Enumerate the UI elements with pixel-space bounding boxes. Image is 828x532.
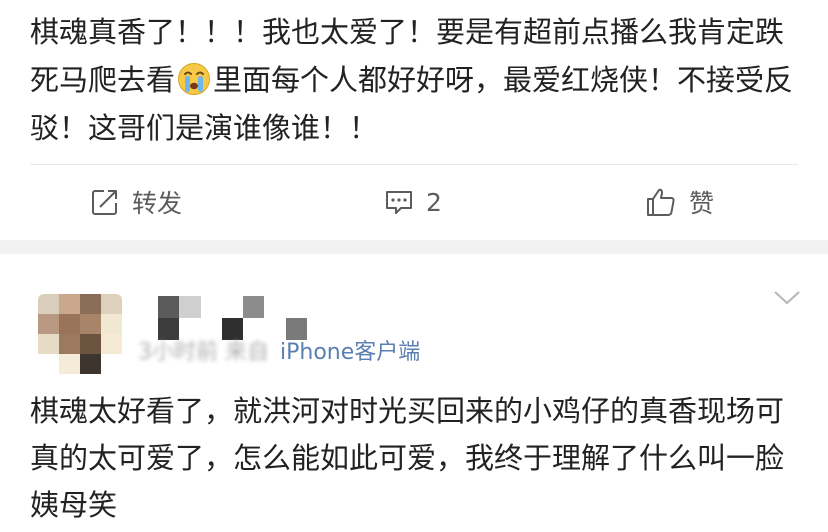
post-text: 棋魂真香了！！！我也太爱了！要是有超前点播么我肯定跌死马爬去看 里面每个人都好好… bbox=[30, 8, 810, 152]
post-card: 3小时前 来自 iPhone客户端 棋魂太好看了，就洪河对时光买回来的小鸡仔的真… bbox=[0, 254, 828, 532]
comment-count: 2 bbox=[426, 187, 442, 217]
comment-icon bbox=[386, 191, 412, 214]
repost-icon bbox=[92, 190, 117, 215]
comment-button[interactable]: 2 bbox=[384, 180, 442, 224]
action-divider bbox=[30, 164, 798, 165]
post-meta: 3小时前 来自 iPhone客户端 bbox=[138, 334, 420, 366]
post-source: iPhone客户端 bbox=[280, 340, 421, 365]
avatar[interactable] bbox=[38, 294, 122, 374]
thumbs-up-icon bbox=[647, 188, 675, 216]
repost-button[interactable]: 转发 bbox=[90, 180, 182, 224]
repost-label: 转发 bbox=[132, 189, 183, 218]
card-separator bbox=[0, 240, 828, 254]
post-from: 来自 bbox=[225, 340, 270, 365]
like-button[interactable]: 赞 bbox=[645, 180, 714, 224]
post-time: 3小时前 bbox=[138, 340, 218, 365]
like-label: 赞 bbox=[689, 189, 715, 218]
post-text: 棋魂太好看了，就洪河对时光买回来的小鸡仔的真香现场可真的太可爱了，怎么能如此可爱… bbox=[30, 394, 785, 522]
post-card: 棋魂真香了！！！我也太爱了！要是有超前点播么我肯定跌死马爬去看 里面每个人都好好… bbox=[0, 0, 828, 240]
chevron-down-icon[interactable] bbox=[772, 288, 802, 308]
crying-face-icon bbox=[178, 63, 211, 95]
